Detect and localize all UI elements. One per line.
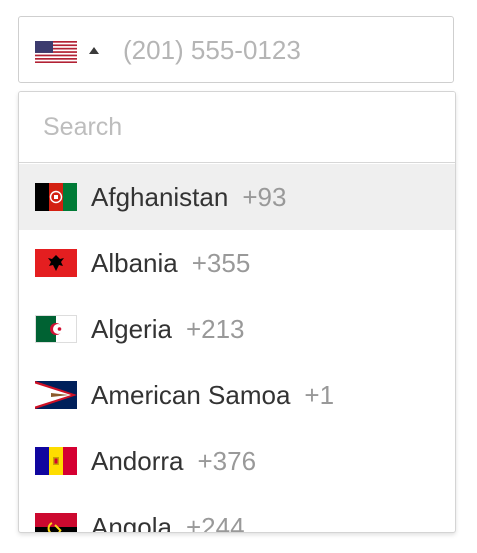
ao-flag-icon	[35, 513, 77, 532]
country-item-andorra[interactable]: Andorra +376	[19, 428, 455, 494]
caret-up-icon[interactable]	[89, 47, 99, 54]
country-label: Algeria +213	[91, 314, 245, 345]
country-label: Andorra +376	[91, 446, 256, 477]
phone-number-field	[18, 16, 454, 83]
country-item-albania[interactable]: Albania +355	[19, 230, 455, 296]
dial-code: +213	[185, 313, 245, 344]
country-search-input[interactable]	[19, 92, 455, 163]
country-label: Angola +244	[91, 511, 245, 533]
dial-code: +1	[304, 379, 335, 410]
country-name: Andorra	[91, 445, 184, 476]
ad-flag-icon	[35, 447, 77, 475]
dial-code: +355	[191, 247, 251, 278]
af-flag-icon	[35, 183, 77, 211]
country-label: Afghanistan +93	[91, 182, 286, 213]
dial-code: +376	[197, 445, 257, 476]
country-name: Angola	[91, 511, 172, 533]
country-item-afghanistan[interactable]: Afghanistan +93	[19, 164, 455, 230]
al-flag-icon	[35, 249, 77, 277]
country-list: Afghanistan +93 Albania +355 Algeria +21…	[19, 164, 455, 533]
country-item-american-samoa[interactable]: American Samoa +1	[19, 362, 455, 428]
country-item-angola[interactable]: Angola +244	[19, 494, 455, 533]
country-label: American Samoa +1	[91, 380, 334, 411]
country-item-algeria[interactable]: Algeria +213	[19, 296, 455, 362]
country-label: Albania +355	[91, 248, 250, 279]
dial-code: +244	[185, 511, 245, 533]
phone-input[interactable]	[119, 29, 443, 71]
dial-code: +93	[242, 181, 287, 212]
country-name: Afghanistan	[91, 181, 229, 212]
country-name: Algeria	[91, 313, 172, 344]
country-name: Albania	[91, 247, 178, 278]
as-flag-icon	[35, 381, 77, 409]
dz-flag-icon	[35, 315, 77, 343]
country-name: American Samoa	[91, 379, 291, 410]
country-dropdown: Afghanistan +93 Albania +355	[18, 91, 456, 533]
us-flag-icon[interactable]	[35, 41, 77, 63]
